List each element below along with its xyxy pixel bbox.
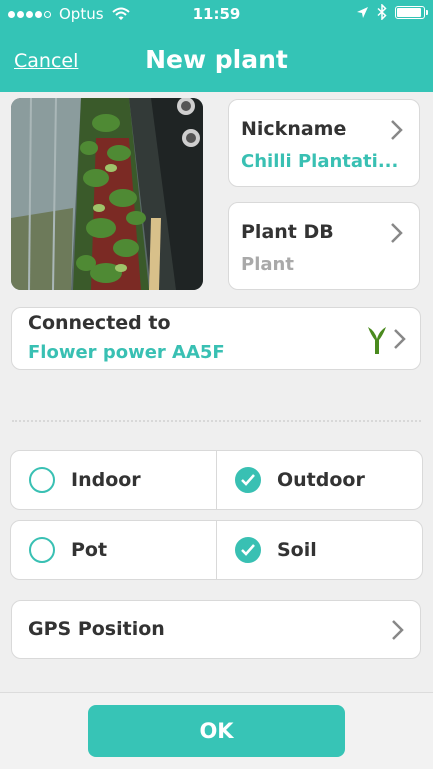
pot-label: Pot <box>71 539 108 561</box>
plant-photo[interactable] <box>11 98 203 290</box>
soil-option[interactable]: Soil <box>217 521 421 579</box>
outdoor-label: Outdoor <box>277 469 365 491</box>
gps-label: GPS Position <box>28 618 165 640</box>
gps-position-card[interactable]: GPS Position <box>11 600 421 659</box>
status-bar: Optus 11:59 <box>0 0 433 28</box>
soil-radio[interactable] <box>235 537 261 563</box>
pot-option[interactable]: Pot <box>11 521 215 579</box>
nickname-value: Chilli Plantati... <box>241 151 399 172</box>
plant-photo-image <box>11 98 203 290</box>
connected-sensor-card[interactable]: Connected to Flower power AA5F <box>11 307 421 370</box>
outdoor-radio[interactable] <box>235 467 261 493</box>
nickname-label: Nickname <box>241 118 347 140</box>
plant-db-card[interactable]: Plant DB Plant <box>228 202 420 290</box>
plant-db-label: Plant DB <box>241 221 334 243</box>
nickname-card[interactable]: Nickname Chilli Plantati... <box>228 99 420 187</box>
connected-label: Connected to <box>28 312 171 334</box>
nav-bar: Cancel New plant <box>0 28 433 92</box>
bottom-bar: OK <box>0 692 433 769</box>
connected-value: Flower power AA5F <box>28 342 225 363</box>
section-divider <box>12 420 421 422</box>
chevron-right-icon <box>391 223 403 243</box>
flower-power-sensor-icon <box>368 327 386 354</box>
ok-button[interactable]: OK <box>88 705 345 757</box>
soil-label: Soil <box>277 539 317 561</box>
plant-db-value: Plant <box>241 254 294 275</box>
location-arrow-icon <box>357 6 368 18</box>
indoor-radio[interactable] <box>29 467 55 493</box>
battery-icon <box>395 5 428 19</box>
bluetooth-icon <box>377 4 387 20</box>
chevron-right-icon <box>391 120 403 140</box>
chevron-right-icon <box>392 620 404 640</box>
checkmark-icon <box>241 474 255 486</box>
page-title: New plant <box>145 45 288 74</box>
environment-selector: Indoor Outdoor <box>10 450 423 510</box>
chevron-right-icon <box>394 329 406 349</box>
pot-radio[interactable] <box>29 537 55 563</box>
outdoor-option[interactable]: Outdoor <box>217 451 421 509</box>
indoor-label: Indoor <box>71 469 141 491</box>
indoor-option[interactable]: Indoor <box>11 451 215 509</box>
medium-selector: Pot Soil <box>10 520 423 580</box>
checkmark-icon <box>241 544 255 556</box>
status-right <box>356 4 428 20</box>
